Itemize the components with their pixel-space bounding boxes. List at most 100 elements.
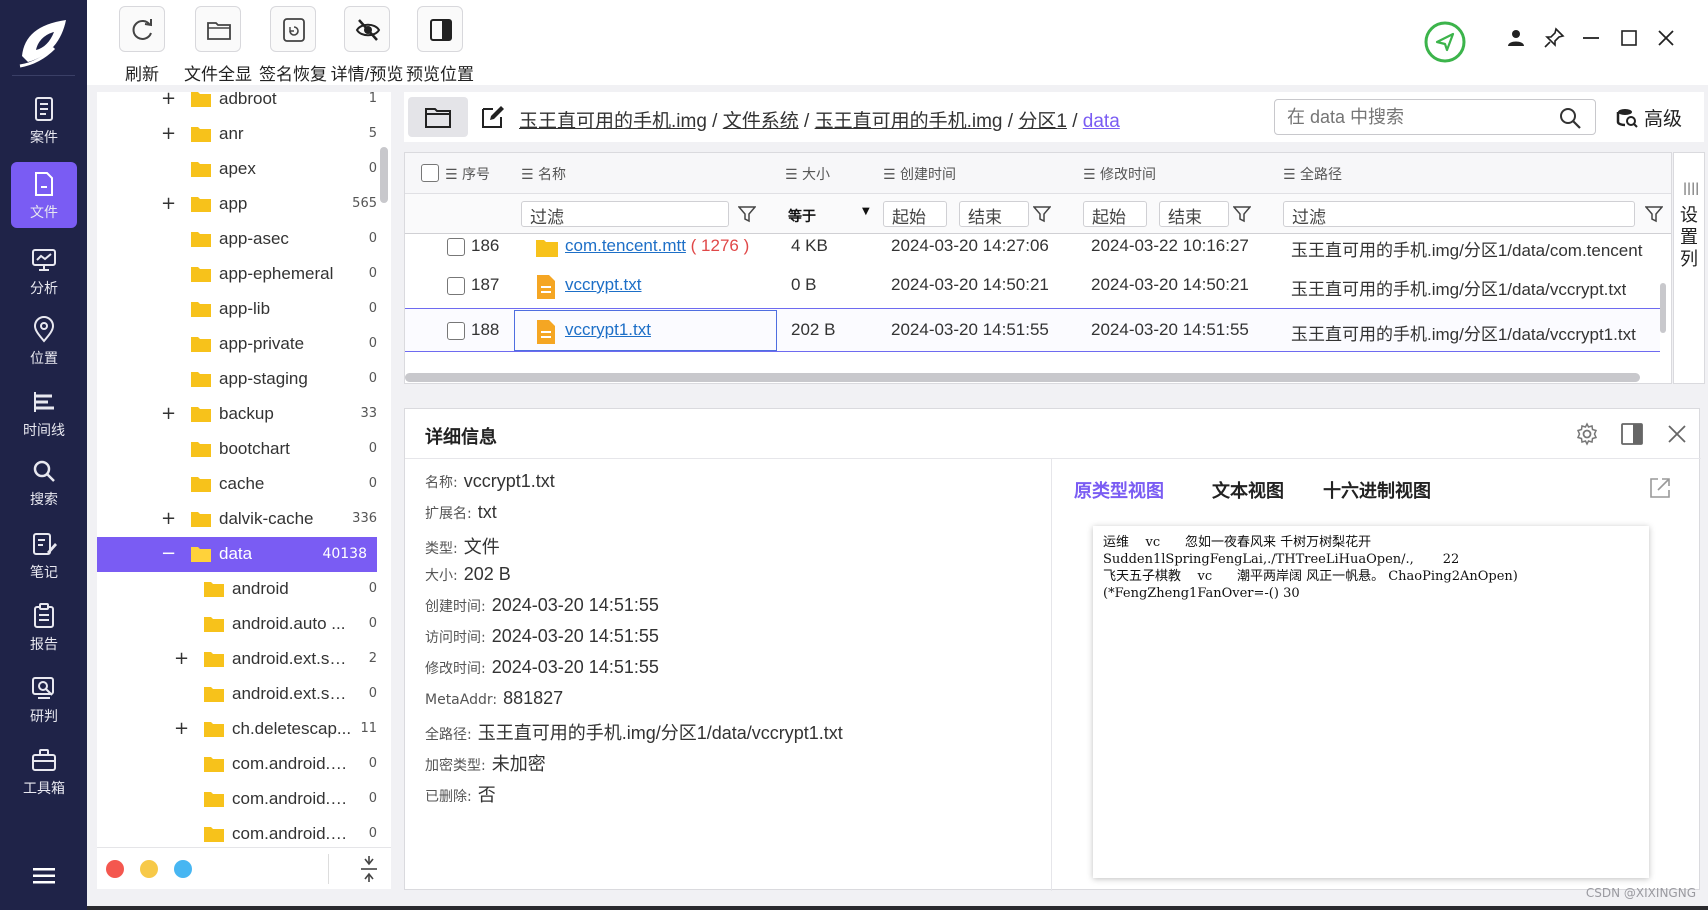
tree-item-selected[interactable]: − data 40138: [97, 537, 377, 572]
row-name[interactable]: com.tencent.mtt ( 1276 ): [565, 236, 749, 256]
menu-icon[interactable]: [31, 866, 57, 886]
nav-item-case[interactable]: 案件: [11, 87, 77, 153]
select-all-checkbox[interactable]: [421, 164, 439, 182]
filter-icon[interactable]: [1033, 205, 1051, 223]
modified-start-input[interactable]: 起始: [1083, 201, 1147, 228]
breadcrumb-item[interactable]: 分区1: [1018, 111, 1067, 132]
edit-path-icon[interactable]: [480, 104, 506, 130]
tree-item[interactable]: app-asec 0: [97, 222, 377, 257]
nav-item-report[interactable]: 报告: [11, 594, 77, 660]
tree-item[interactable]: + app 565: [97, 187, 377, 222]
tab-text-view[interactable]: 文本视图: [1212, 477, 1284, 503]
browse-folder-button[interactable]: [408, 97, 468, 137]
nav-item-search[interactable]: 搜索: [11, 449, 77, 515]
tree-item[interactable]: + adbroot 1: [97, 92, 377, 117]
column-header-modified[interactable]: ☰ 修改时间: [1083, 164, 1156, 184]
expand-icon[interactable]: +: [161, 508, 176, 529]
collapse-all-icon[interactable]: [359, 856, 379, 882]
nav-item-analysis[interactable]: 分析: [11, 238, 77, 304]
nav-item-file[interactable]: 文件: [11, 162, 77, 228]
tree-item[interactable]: + anr 5: [97, 117, 377, 152]
advanced-search-button[interactable]: 高级: [1616, 104, 1682, 131]
detail-preview-button[interactable]: 详情/预览: [329, 6, 405, 85]
minimize-icon[interactable]: [1579, 26, 1603, 50]
yellow-tag-dot[interactable]: [140, 860, 158, 878]
connection-status-icon[interactable]: [1423, 20, 1467, 64]
expand-icon[interactable]: +: [161, 403, 176, 424]
breadcrumb-item[interactable]: 玉王直可用的手机.img: [519, 111, 707, 132]
tree-item[interactable]: cache 0: [97, 467, 377, 502]
column-header-seq[interactable]: ☰ 序号: [445, 164, 490, 184]
column-header-size[interactable]: ☰ 大小: [785, 164, 830, 184]
tree-item[interactable]: app-ephemeral 0: [97, 257, 377, 292]
tree-item[interactable]: + ch.deletescap... 11: [97, 712, 377, 747]
filter-icon[interactable]: [1233, 205, 1251, 223]
expand-icon[interactable]: +: [161, 123, 176, 144]
search-input[interactable]: [1287, 106, 1547, 128]
close-icon[interactable]: [1654, 26, 1678, 50]
created-end-input[interactable]: 结束: [959, 201, 1029, 228]
column-header-path[interactable]: ☰ 全路径: [1283, 164, 1342, 184]
tree-item[interactable]: app-lib 0: [97, 292, 377, 327]
column-settings-button[interactable]: |||| 设置列: [1673, 152, 1705, 384]
tree-item[interactable]: + backup 33: [97, 397, 377, 432]
tree-item[interactable]: + android.ext.ser... 2: [97, 642, 377, 677]
preview-position-button[interactable]: 预览位置: [402, 6, 478, 85]
filter-icon[interactable]: [1645, 205, 1663, 223]
row-name[interactable]: vccrypt.txt: [565, 275, 642, 295]
tab-hex-view[interactable]: 十六进制视图: [1323, 477, 1431, 503]
breadcrumb-current[interactable]: data: [1083, 111, 1120, 132]
refresh-button[interactable]: 刷新: [114, 6, 170, 85]
table-row-selected[interactable]: 188 vccrypt1.txt 202 B 2024-03-20 14:51:…: [405, 308, 1660, 352]
expand-icon[interactable]: +: [161, 193, 176, 214]
pin-icon[interactable]: [1542, 26, 1566, 50]
nav-item-note[interactable]: 笔记: [11, 522, 77, 588]
tree-scrollbar[interactable]: [380, 147, 388, 203]
open-external-icon[interactable]: [1648, 476, 1672, 500]
table-row[interactable]: 186 com.tencent.mtt ( 1276 ) 4 KB 2024-0…: [405, 234, 1660, 264]
tree-item[interactable]: android 0: [97, 572, 377, 607]
expand-icon[interactable]: +: [174, 648, 189, 669]
name-filter-input[interactable]: 过滤: [521, 201, 729, 228]
tree-item[interactable]: app-staging 0: [97, 362, 377, 397]
expand-icon[interactable]: +: [161, 92, 176, 109]
column-header-name[interactable]: ☰ 名称: [521, 164, 566, 184]
row-checkbox[interactable]: [447, 322, 465, 340]
breadcrumb-item[interactable]: 玉王直可用的手机.img: [815, 111, 1003, 132]
red-tag-dot[interactable]: [106, 860, 124, 878]
show-all-button[interactable]: 文件全显: [180, 6, 256, 85]
nav-item-location[interactable]: 位置: [11, 308, 77, 374]
row-checkbox[interactable]: [447, 238, 465, 256]
tree-item[interactable]: + dalvik-cache 336: [97, 502, 377, 537]
path-filter-input[interactable]: 过滤: [1283, 201, 1635, 228]
row-checkbox[interactable]: [447, 277, 465, 295]
size-compare-select[interactable]: 等于 ▼: [788, 206, 870, 232]
filter-icon[interactable]: [738, 205, 756, 223]
vertical-scrollbar[interactable]: [1660, 283, 1666, 333]
created-start-input[interactable]: 起始: [883, 201, 947, 228]
tab-native-view[interactable]: 原类型视图: [1074, 477, 1164, 503]
modified-end-input[interactable]: 结束: [1159, 201, 1229, 228]
tree-item[interactable]: apex 0: [97, 152, 377, 187]
maximize-icon[interactable]: [1617, 26, 1641, 50]
search-icon[interactable]: [1559, 107, 1581, 129]
tree-item[interactable]: android.ext.sh... 0: [97, 677, 377, 712]
collapse-icon[interactable]: −: [161, 543, 176, 564]
signature-restore-button[interactable]: 签名恢复: [255, 6, 331, 85]
tree-item[interactable]: android.auto ... 0: [97, 607, 377, 642]
row-name[interactable]: vccrypt1.txt: [565, 320, 651, 340]
nav-item-toolbox[interactable]: 工具箱: [11, 738, 77, 804]
breadcrumb-item[interactable]: 文件系统: [723, 111, 799, 132]
user-icon[interactable]: [1504, 26, 1528, 50]
expand-icon[interactable]: +: [174, 718, 189, 739]
close-icon[interactable]: [1665, 422, 1689, 446]
tree-item[interactable]: bootchart 0: [97, 432, 377, 467]
nav-item-judge[interactable]: 研判: [11, 666, 77, 732]
panel-right-icon[interactable]: [1620, 422, 1644, 446]
gear-icon[interactable]: [1575, 422, 1599, 446]
blue-tag-dot[interactable]: [174, 860, 192, 878]
tree-item[interactable]: com.android.b... 0: [97, 782, 377, 817]
horizontal-scrollbar[interactable]: [405, 373, 1640, 382]
tree-item[interactable]: com.android.a... 0: [97, 747, 377, 782]
tree-item[interactable]: app-private 0: [97, 327, 377, 362]
